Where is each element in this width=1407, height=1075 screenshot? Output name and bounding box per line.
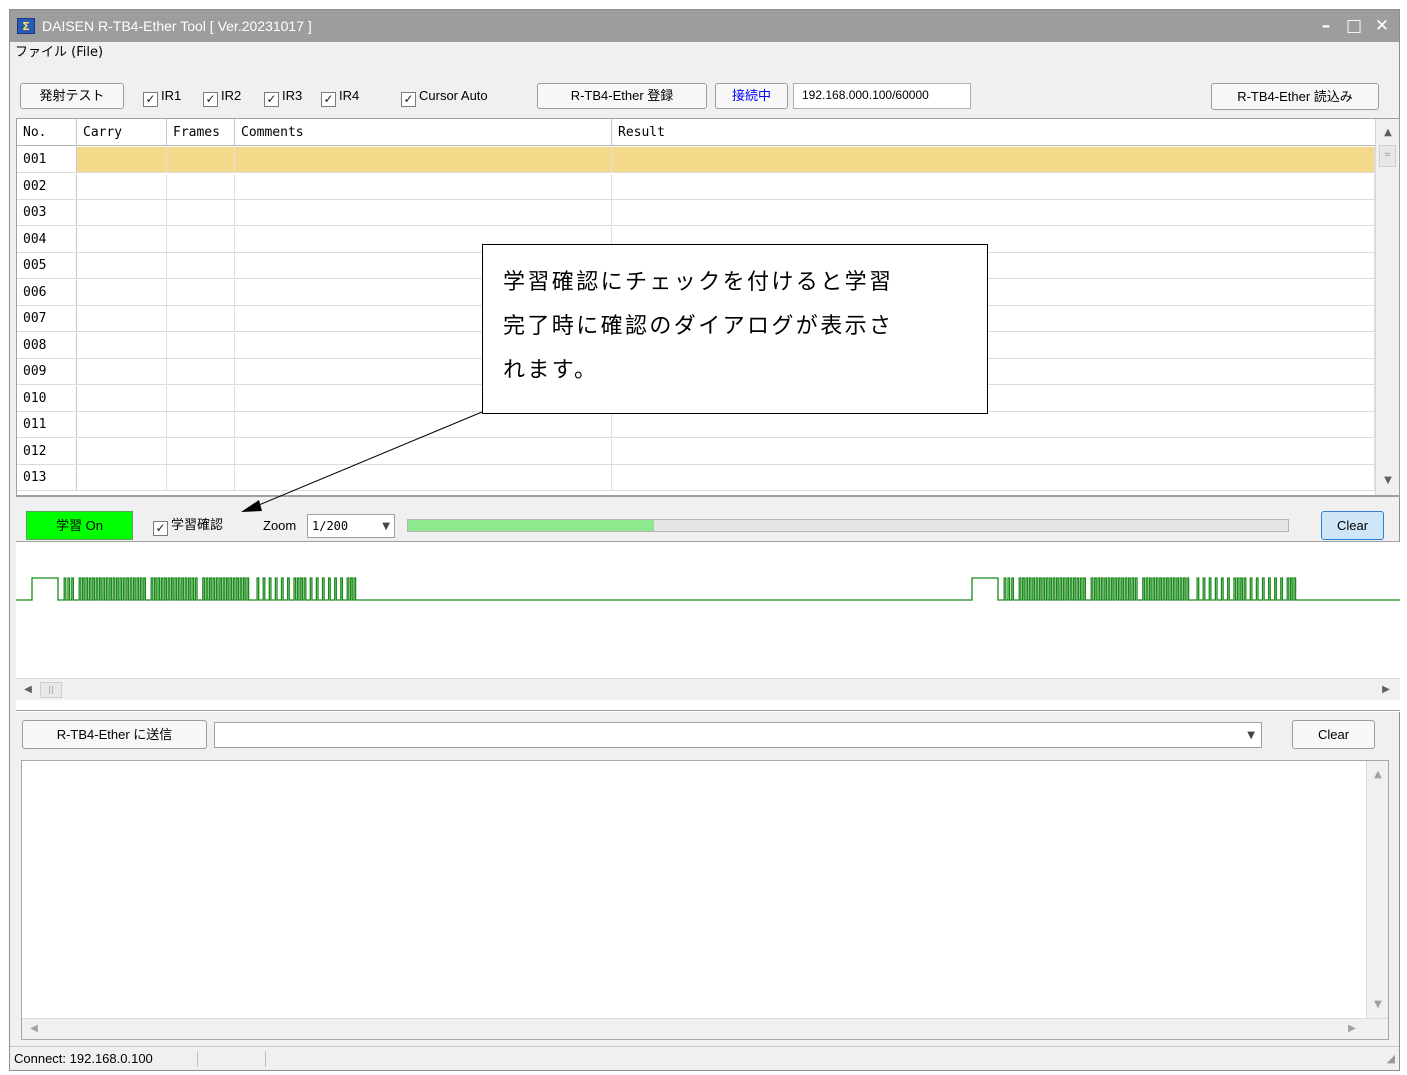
callout-arrow-line	[253, 411, 483, 508]
callout-arrowhead-icon	[241, 500, 262, 512]
callout-arrow-layer	[241, 411, 483, 512]
